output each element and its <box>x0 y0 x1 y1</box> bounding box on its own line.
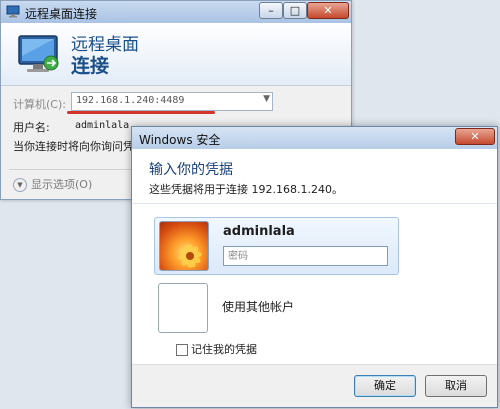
cancel-button[interactable]: 取消 <box>425 375 487 397</box>
computer-combobox[interactable]: 192.168.1.240:4489 ▼ <box>71 92 273 111</box>
minimize-button[interactable]: – <box>259 2 283 19</box>
computer-value: 192.168.1.240:4489 <box>76 95 185 106</box>
show-options-toggle[interactable]: ▼ 显示选项(O) <box>13 176 92 192</box>
divider <box>132 203 497 204</box>
avatar <box>159 221 209 271</box>
flower-icon <box>178 244 202 268</box>
remember-credentials-checkbox[interactable]: 记住我的凭据 <box>176 341 257 357</box>
divider <box>9 169 135 170</box>
checkbox-box[interactable] <box>176 344 188 356</box>
blank-avatar <box>158 283 208 333</box>
user-tile-adminlala[interactable]: adminlala <box>154 217 399 275</box>
highlight-underline <box>67 111 215 114</box>
rdp-heading-line2: 连接 <box>71 55 110 77</box>
rdp-banner: 远程桌面 连接 <box>1 23 351 85</box>
close-button[interactable]: ✕ <box>455 128 495 145</box>
security-dialog: Windows 安全 ✕ 输入你的凭据 这些凭据将用于连接 192.168.1.… <box>131 126 498 408</box>
chevron-down-icon[interactable]: ▼ <box>263 94 270 104</box>
other-account-tile[interactable]: 使用其他帐户 <box>154 281 399 335</box>
credentials-subtitle: 这些凭据将用于连接 192.168.1.240。 <box>149 183 343 196</box>
tile-username: adminlala <box>223 224 295 239</box>
credentials-note: 当你连接时将向你询问凭据。 <box>13 140 133 153</box>
username-value: adminlala <box>75 120 130 131</box>
show-options-label: 显示选项(O) <box>31 178 93 191</box>
credentials-heading: 输入你的凭据 <box>149 162 233 178</box>
username-label: 用户名: <box>13 121 50 134</box>
password-input[interactable] <box>223 246 388 266</box>
security-titlebar[interactable]: Windows 安全 ✕ <box>132 127 497 149</box>
remember-label: 记住我的凭据 <box>191 343 257 356</box>
maximize-button[interactable]: □ <box>283 2 307 19</box>
security-dialog-title: Windows 安全 <box>139 133 221 147</box>
close-button[interactable]: ✕ <box>307 2 349 19</box>
computer-label: 计算机(C): <box>13 98 66 111</box>
divider <box>1 85 351 86</box>
other-account-label: 使用其他帐户 <box>222 300 295 314</box>
expand-circle-icon: ▼ <box>13 178 27 192</box>
ok-button[interactable]: 确定 <box>354 375 416 397</box>
rdp-app-icon <box>6 5 20 18</box>
rdp-titlebar[interactable]: 远程桌面连接 – □ ✕ <box>1 1 351 23</box>
rdp-window-title: 远程桌面连接 <box>25 7 98 21</box>
dialog-footer: 确定 取消 <box>132 364 497 407</box>
monitor-icon <box>18 35 59 72</box>
